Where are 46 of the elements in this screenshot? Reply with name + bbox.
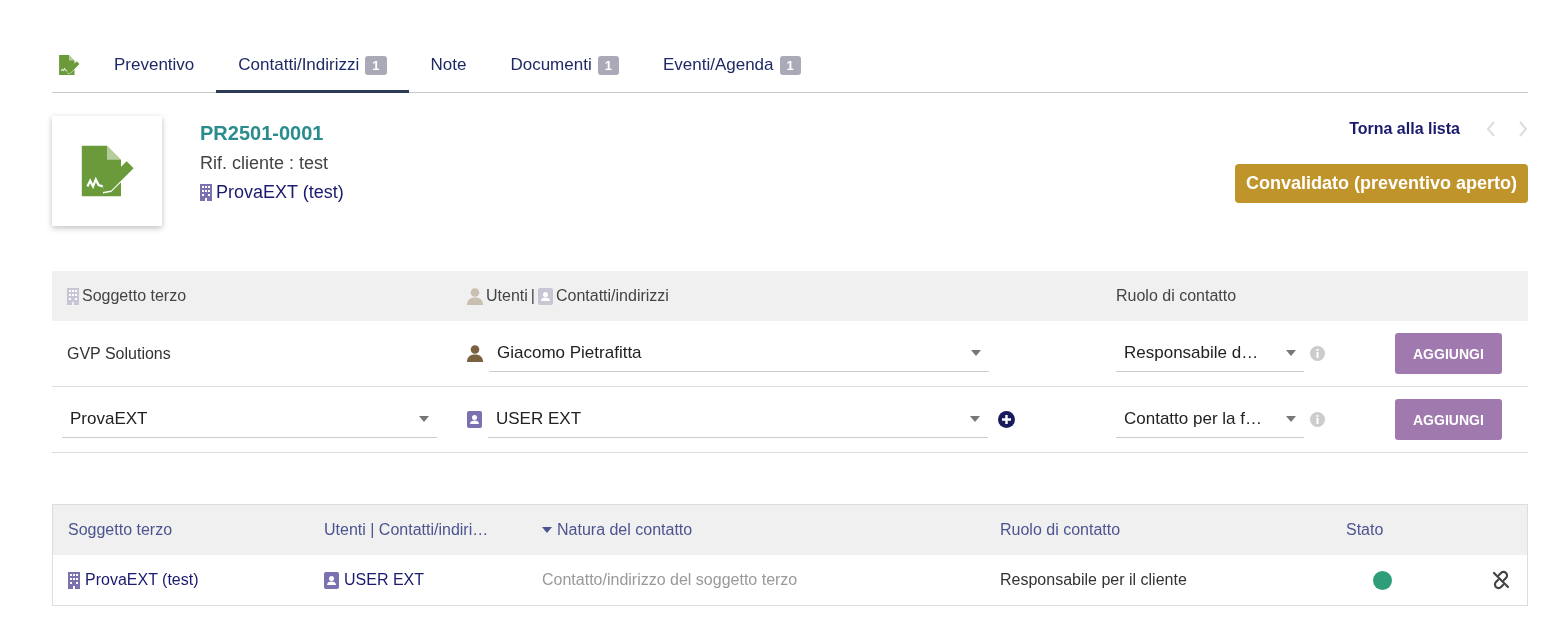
column-header[interactable]: Ruolo di contatto — [1000, 521, 1121, 539]
document-edit-icon — [79, 143, 135, 199]
third-party-link[interactable]: ProvaEXT (test) — [85, 571, 199, 589]
count-badge: 1 — [365, 55, 387, 75]
person-icon — [467, 287, 483, 305]
column-header[interactable]: Soggetto terzo — [68, 521, 173, 539]
column-header: Soggetto terzo — [82, 287, 187, 305]
count-badge: 1 — [779, 55, 801, 75]
tab[interactable]: Preventivo — [92, 40, 217, 93]
column-header[interactable]: Stato — [1346, 521, 1384, 539]
building-icon — [68, 571, 80, 589]
third-party-link[interactable]: ProvaEXT (test) — [216, 182, 344, 203]
chevron-right-icon — [1518, 121, 1528, 137]
contact-link[interactable]: USER EXT — [344, 571, 424, 589]
address-book-icon — [324, 571, 339, 589]
add-button[interactable]: AGGIUNGI — [1395, 333, 1502, 374]
count-badge: 1 — [597, 55, 619, 75]
customer-reference: Rif. cliente : test — [200, 153, 330, 174]
column-header: Contatti/indirizzi — [555, 287, 669, 305]
separator: | — [530, 287, 535, 305]
contact-role: Responsabile per il cliente — [1000, 571, 1187, 589]
chevron-left-icon — [1486, 121, 1496, 137]
contact-nature: Contatto/indirizzo del soggetto terzo — [541, 571, 799, 589]
tab[interactable]: Eventi/Agenda 1 — [640, 40, 823, 93]
building-icon — [67, 287, 79, 305]
person-icon — [467, 345, 483, 362]
tab[interactable]: Note — [408, 40, 489, 93]
column-header[interactable]: Utenti | Contatti/indiri… — [324, 521, 489, 539]
info-icon — [1310, 412, 1325, 427]
plus-circle-icon[interactable] — [998, 411, 1015, 428]
building-icon — [200, 184, 212, 201]
address-book-icon — [537, 287, 553, 305]
document-edit-icon — [58, 54, 80, 76]
third-party-name: GVP Solutions — [67, 344, 171, 363]
unlink-icon[interactable] — [1491, 570, 1511, 590]
address-book-icon — [467, 411, 482, 428]
info-icon — [1310, 346, 1325, 361]
tab[interactable]: Contatti/Indirizzi 1 — [216, 40, 409, 93]
column-header: Utenti — [486, 287, 528, 305]
reference-number: PR2501-0001 — [200, 122, 325, 145]
column-header[interactable]: Natura del contatto — [557, 521, 693, 539]
add-button[interactable]: AGGIUNGI — [1395, 399, 1502, 440]
status-badge: Convalidato (preventivo aperto) — [1234, 164, 1528, 203]
tab[interactable]: Documenti 1 — [488, 40, 641, 93]
back-to-list-link[interactable]: Torna alla lista — [1349, 120, 1460, 138]
column-header: Ruolo di contatto — [1116, 287, 1237, 305]
